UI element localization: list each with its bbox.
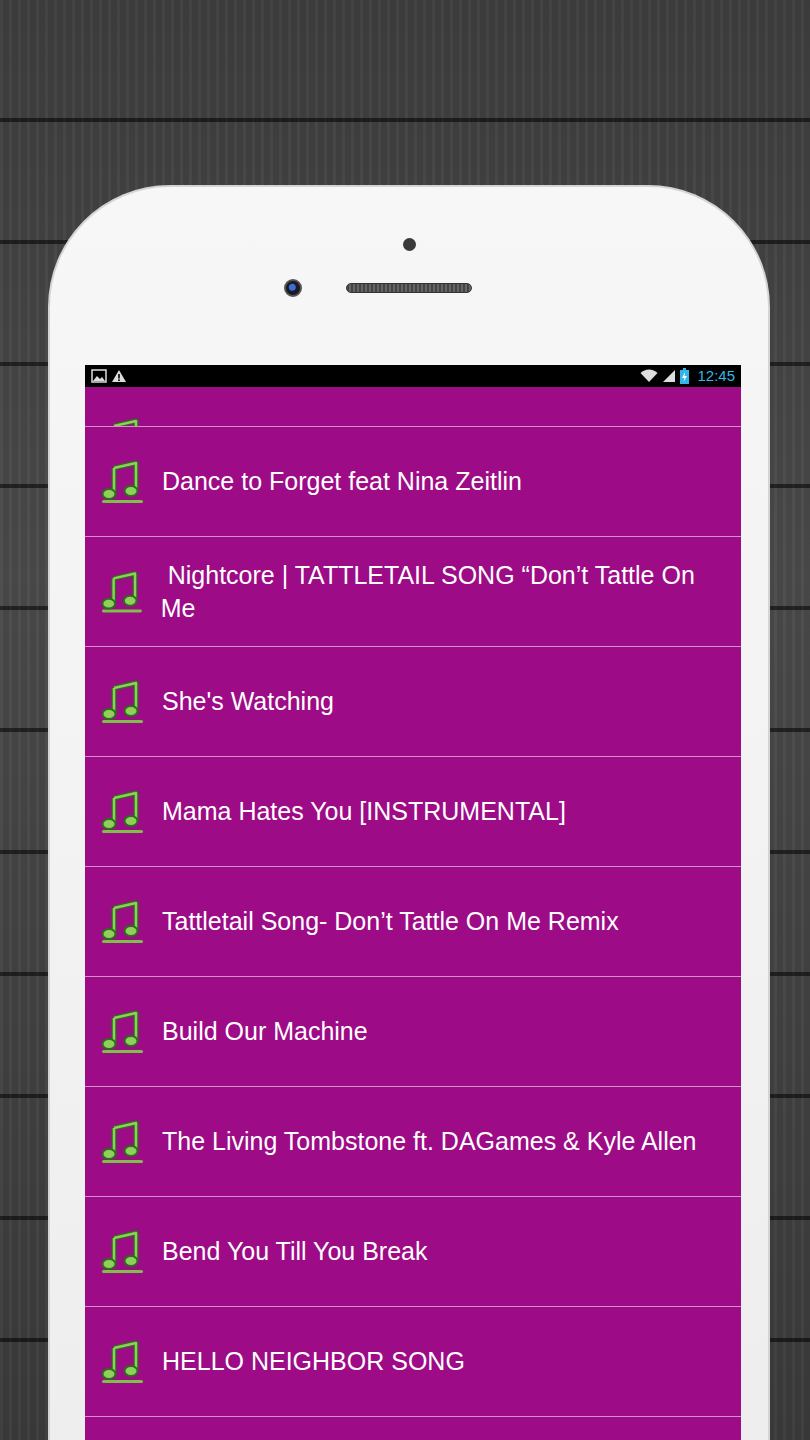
- music-note-icon: [100, 1230, 145, 1274]
- song-title: She's Watching: [162, 685, 334, 718]
- song-row[interactable]: Bend You Till You Break: [85, 1197, 741, 1307]
- warning-icon: [111, 369, 127, 383]
- song-title: Bend You Till You Break: [162, 1235, 428, 1268]
- music-note-icon: [100, 790, 145, 834]
- status-time: 12:45: [697, 367, 735, 385]
- music-note-icon: [100, 570, 144, 614]
- song-title: Dance to Forget feat Nina Zeitlin: [162, 465, 522, 498]
- music-note-icon: [100, 460, 145, 504]
- wifi-icon: [640, 369, 658, 383]
- screen: 12:45 Dance to Forget feat Nina Zeitlin N…: [85, 365, 741, 1440]
- speaker-icon: [346, 283, 472, 293]
- music-note-icon: [100, 1120, 145, 1164]
- system-icons: 12:45: [640, 367, 735, 385]
- camera-row: [284, 279, 472, 297]
- song-row[interactable]: Mama Hates You [INSTRUMENTAL]: [85, 757, 741, 867]
- song-row[interactable]: Build Our Machine: [85, 977, 741, 1087]
- song-title: The Living Tombstone ft. DAGames & Kyle …: [162, 1125, 697, 1158]
- music-note-icon: [100, 900, 145, 944]
- song-row[interactable]: HELLO NEIGHBOR SONG: [85, 1307, 741, 1417]
- song-row[interactable]: The Living Tombstone ft. DAGames & Kyle …: [85, 1087, 741, 1197]
- song-row[interactable]: Dance to Forget feat Nina Zeitlin: [85, 427, 741, 537]
- background: 12:45 Dance to Forget feat Nina Zeitlin N…: [0, 0, 810, 1440]
- image-icon: [91, 369, 107, 383]
- notification-icons: [91, 369, 127, 383]
- song-row[interactable]: Nightcore | TATTLETAIL SONG “Don’t Tattl…: [85, 537, 741, 647]
- song-title: HELLO NEIGHBOR SONG: [162, 1345, 465, 1378]
- status-bar: 12:45: [85, 365, 741, 387]
- song-title: Nightcore | TATTLETAIL SONG “Don’t Tattl…: [161, 559, 721, 625]
- sensor-dot: [403, 238, 416, 251]
- song-title: Tattletail Song- Don’t Tattle On Me Remi…: [162, 905, 619, 938]
- phone-frame: 12:45 Dance to Forget feat Nina Zeitlin N…: [48, 185, 770, 1440]
- battery-icon: [680, 368, 689, 384]
- music-note-icon: [100, 1010, 145, 1054]
- song-title: Mama Hates You [INSTRUMENTAL]: [162, 795, 566, 828]
- song-row-partial[interactable]: [85, 387, 741, 427]
- signal-icon: [662, 369, 676, 383]
- phone-top: [50, 187, 768, 365]
- music-note-icon: [100, 680, 145, 724]
- song-title: Build Our Machine: [162, 1015, 368, 1048]
- song-row[interactable]: She's Watching: [85, 647, 741, 757]
- song-row[interactable]: Tattletail Song- Don’t Tattle On Me Remi…: [85, 867, 741, 977]
- music-note-icon: [100, 1340, 145, 1384]
- music-note-icon: [100, 418, 145, 426]
- camera-icon: [284, 279, 302, 297]
- partial-icon-wrap: [100, 418, 145, 426]
